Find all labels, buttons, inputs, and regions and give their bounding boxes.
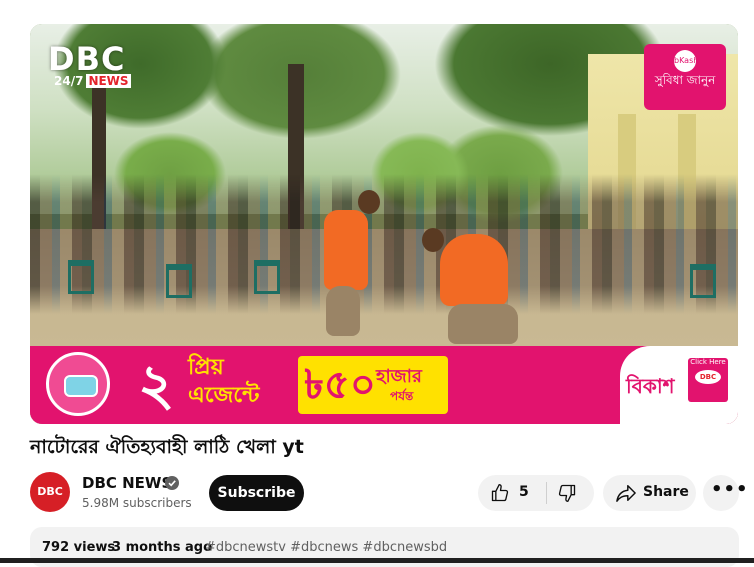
channel-watermark: DBC 24/7 NEWS: [48, 40, 168, 92]
click-dbc-logo: DBC: [695, 370, 721, 384]
bkash-logo: বিকাশ: [626, 374, 675, 398]
banner-brand-area: বিকাশ Click Here DBC: [620, 346, 738, 424]
plastic-chair: [166, 264, 192, 298]
click-here-badge[interactable]: Click Here DBC: [688, 358, 728, 402]
like-count: 5: [519, 484, 529, 500]
banner-amount: ৳৫০: [304, 362, 376, 408]
fighter-left-legs: [326, 286, 360, 336]
ad-banner: ২ প্রিয় এজেন্টে ৳৫০ হাজার পর্যন্ত বিকাশ…: [30, 346, 738, 424]
thumbs-down-icon: [558, 484, 576, 502]
watermark-main: DBC: [48, 40, 126, 78]
dislike-button[interactable]: [547, 475, 594, 511]
banner-amount-suffix: পর্যন্ত: [390, 389, 414, 403]
bottom-edge-bar: [0, 558, 754, 563]
fighter-head: [358, 190, 380, 214]
fighter-right-legs: [448, 304, 518, 344]
handshake-icon: [46, 352, 110, 416]
more-dots-icon: •••: [711, 479, 749, 500]
corner-ad-badge: bKash সুবিধা জানুন: [644, 44, 726, 110]
fighter-left: [324, 210, 368, 290]
more-actions-button[interactable]: •••: [703, 475, 748, 511]
share-arrow-icon: [616, 485, 636, 502]
watermark-news: NEWS: [86, 74, 131, 88]
fighter-right: [440, 234, 508, 306]
banner-number: ২: [138, 352, 175, 418]
video-crowd: [30, 174, 738, 314]
share-button[interactable]: Share: [603, 475, 696, 511]
fighter-head: [422, 228, 444, 252]
bkash-circle-icon: bKash: [674, 50, 698, 72]
channel-name[interactable]: DBC NEWS: [82, 474, 172, 492]
corner-ad-text: সুবিধা জানুন: [654, 73, 716, 87]
watermark-247: 24/7: [54, 74, 84, 88]
subscribe-button[interactable]: Subscribe: [209, 475, 304, 511]
banner-amount-box: ৳৫০ হাজার পর্যন্ত: [298, 356, 448, 414]
banner-text: প্রিয় এজেন্টে: [188, 354, 259, 410]
verified-check-icon: [165, 476, 179, 490]
plastic-chair: [690, 264, 716, 298]
plastic-chair: [254, 260, 280, 294]
banner-text-line2: এজেন্টে: [188, 383, 260, 408]
watermark-sub: 24/7 NEWS: [54, 74, 131, 88]
video-title: নাটোরের ঐতিহ্যবাহী লাঠি খেলা yt: [30, 436, 304, 458]
view-count: 792 views: [42, 540, 116, 555]
video-player[interactable]: DBC 24/7 NEWS bKash সুবিধা জানুন ২ প্রিয়…: [30, 24, 738, 424]
hashtags[interactable]: #dbcnewstv #dbcnews #dbcnewsbd: [205, 540, 447, 555]
thumbs-up-icon: [491, 484, 509, 502]
share-label: Share: [643, 484, 689, 500]
like-button[interactable]: 5: [478, 475, 546, 511]
subscriber-count: 5.98M subscribers: [82, 496, 192, 510]
click-here-label: Click Here: [690, 358, 726, 366]
plastic-chair: [68, 260, 94, 294]
channel-avatar[interactable]: DBC: [30, 472, 70, 512]
upload-age: 3 months ago: [112, 540, 213, 555]
banner-text-line1: প্রিয়: [188, 355, 224, 380]
like-dislike-pill: 5: [478, 475, 594, 511]
